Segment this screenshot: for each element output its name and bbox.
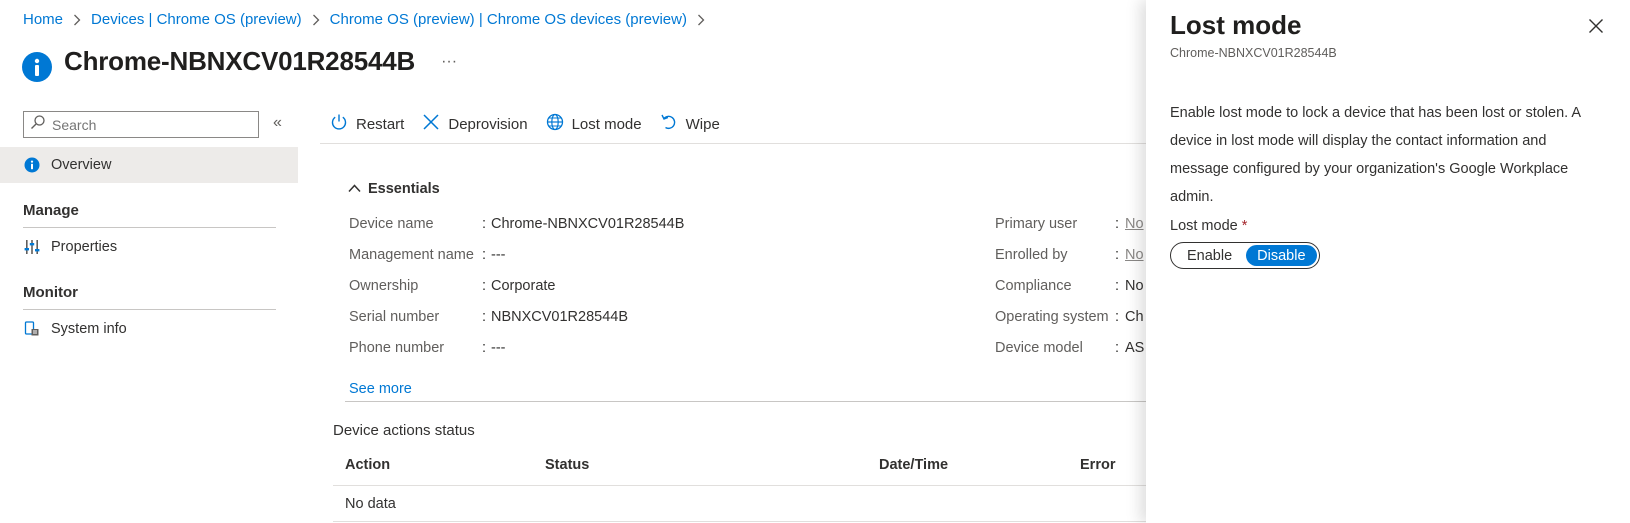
prop-value-operating-system: Ch <box>1125 309 1144 325</box>
lost-mode-toggle[interactable]: Enable Disable <box>1170 242 1320 269</box>
prop-colon: : <box>1115 278 1120 294</box>
wipe-button[interactable]: Wipe <box>660 113 720 135</box>
toggle-disable-option[interactable]: Disable <box>1246 245 1317 266</box>
prop-value-phone-number: --- <box>491 340 506 356</box>
breadcrumb-home[interactable]: Home <box>23 11 63 28</box>
nav-search-box[interactable] <box>23 111 259 138</box>
prop-label-management-name: Management name <box>349 247 474 263</box>
prop-label-device-model: Device model <box>995 340 1083 356</box>
prop-label-ownership: Ownership <box>349 278 419 294</box>
restart-button[interactable]: Restart <box>330 113 404 135</box>
collapse-nav-button[interactable]: « <box>273 114 282 132</box>
page-title: Chrome-NBNXCV01R28544B <box>64 45 416 76</box>
prop-colon: : <box>482 340 487 356</box>
prop-colon: : <box>1115 247 1120 263</box>
prop-colon: : <box>482 278 487 294</box>
toggle-enable-option[interactable]: Enable <box>1173 245 1246 266</box>
prop-colon: : <box>1115 340 1120 356</box>
power-icon <box>330 113 356 135</box>
section-manage: Manage <box>23 202 79 219</box>
undo-icon <box>660 113 686 135</box>
divider <box>345 401 1150 402</box>
prop-label-phone-number: Phone number <box>349 340 445 356</box>
breadcrumb-chrome-os-devices[interactable]: Chrome OS (preview) | Chrome OS devices … <box>330 11 687 28</box>
panel-subtitle: Chrome-NBNXCV01R28544B <box>1170 46 1337 60</box>
prop-value-compliance: No <box>1125 278 1144 294</box>
deprovision-button[interactable]: Deprovision <box>422 113 528 135</box>
wipe-label: Wipe <box>685 115 720 133</box>
prop-value-management-name: --- <box>491 247 506 263</box>
lost-mode-panel: Lost mode Chrome-NBNXCV01R28544B Enable … <box>1146 0 1630 523</box>
panel-description: Enable lost mode to lock a device that h… <box>1170 105 1581 205</box>
prop-label-primary-user: Primary user <box>995 216 1078 232</box>
search-icon <box>30 114 46 135</box>
divider <box>333 521 1150 522</box>
command-bar: Restart Deprovision Lost mode Wipe <box>330 113 738 135</box>
panel-title: Lost mode <box>1170 10 1302 40</box>
nav-item-system-info[interactable]: System info <box>0 311 298 347</box>
info-icon <box>23 156 41 174</box>
nav-item-properties[interactable]: Properties <box>0 229 298 265</box>
chevron-up-icon <box>348 181 368 197</box>
prop-label-operating-system: Operating system <box>995 309 1109 325</box>
prop-value-serial-number: NBNXCV01R28544B <box>491 309 629 325</box>
properties-sliders-icon <box>23 238 41 256</box>
divider <box>23 227 276 228</box>
prop-colon: : <box>482 216 487 232</box>
prop-label-device-name: Device name <box>349 216 434 232</box>
table-empty-message: No data <box>345 496 396 512</box>
prop-colon: : <box>1115 216 1120 232</box>
lost-mode-label: Lost mode <box>571 115 642 133</box>
lost-mode-field-label: Lost mode * <box>1170 218 1247 234</box>
column-header-action[interactable]: Action <box>345 457 390 473</box>
chevron-right-icon <box>73 14 81 26</box>
see-more-link[interactable]: See more <box>349 381 412 397</box>
breadcrumb: Home Devices | Chrome OS (preview) Chrom… <box>23 11 715 28</box>
divider <box>23 309 276 310</box>
prop-colon: : <box>482 247 487 263</box>
breadcrumb-devices-chrome-os[interactable]: Devices | Chrome OS (preview) <box>91 11 302 28</box>
prop-value-enrolled-by[interactable]: No <box>1125 247 1144 263</box>
required-indicator: * <box>1241 218 1248 234</box>
system-info-icon <box>23 320 41 338</box>
essentials-header: Essentials <box>368 181 440 197</box>
prop-colon: : <box>1115 309 1120 325</box>
column-header-error[interactable]: Error <box>1080 457 1115 473</box>
divider <box>320 143 1150 144</box>
more-options-button[interactable]: ··· <box>441 53 457 71</box>
prop-value-device-name: Chrome-NBNXCV01R28544B <box>491 216 685 232</box>
page-header: Chrome-NBNXCV01R28544B ··· <box>22 40 457 82</box>
divider <box>333 485 1150 486</box>
prop-value-ownership: Corporate <box>491 278 556 294</box>
prop-label-compliance: Compliance <box>995 278 1072 294</box>
close-x-icon <box>422 113 448 135</box>
prop-value-primary-user[interactable]: No <box>1125 216 1144 232</box>
close-icon[interactable] <box>1588 18 1604 39</box>
nav-item-label: Properties <box>51 239 118 255</box>
prop-value-device-model: AS <box>1125 340 1145 356</box>
column-header-date-time[interactable]: Date/Time <box>879 457 948 473</box>
essentials-toggle[interactable]: Essentials <box>348 181 440 197</box>
section-monitor: Monitor <box>23 284 78 301</box>
nav-item-overview[interactable]: Overview <box>0 147 298 183</box>
device-actions-title: Device actions status <box>333 422 475 439</box>
nav-item-label: Overview <box>51 157 112 173</box>
chevron-right-icon <box>312 14 320 26</box>
nav-item-label: System info <box>51 321 127 337</box>
globe-icon <box>546 113 572 135</box>
field-label-text: Lost mode <box>1170 218 1238 234</box>
chevron-right-icon <box>697 14 705 26</box>
column-header-status[interactable]: Status <box>545 457 589 473</box>
info-icon <box>22 52 52 82</box>
prop-colon: : <box>482 309 487 325</box>
search-input[interactable] <box>52 116 252 133</box>
deprovision-label: Deprovision <box>448 115 528 133</box>
lost-mode-button[interactable]: Lost mode <box>546 113 642 135</box>
prop-label-serial-number: Serial number <box>349 309 440 325</box>
prop-label-enrolled-by: Enrolled by <box>995 247 1068 263</box>
restart-label: Restart <box>356 115 405 133</box>
